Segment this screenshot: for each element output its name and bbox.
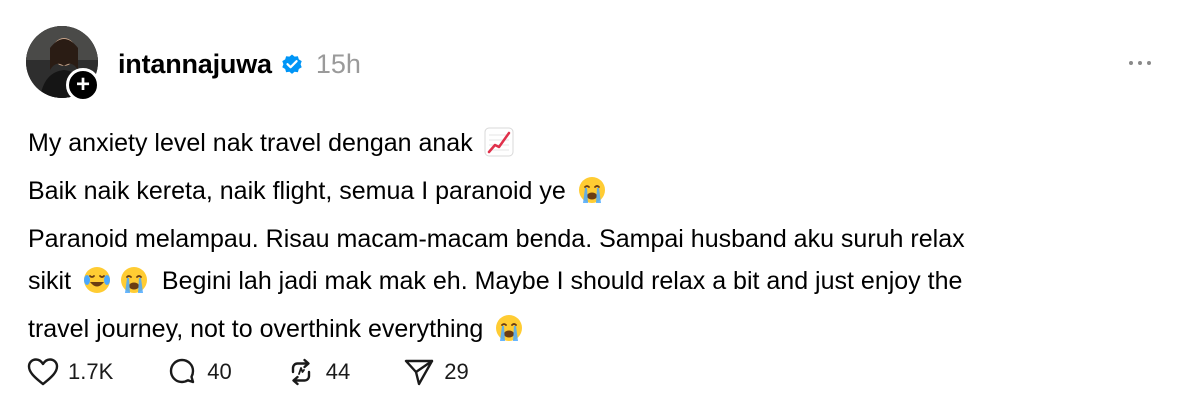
share-button[interactable]: 29 <box>402 356 469 388</box>
plus-icon: + <box>75 71 90 98</box>
like-button[interactable]: 1.7K <box>26 356 113 388</box>
comment-icon <box>165 356 199 388</box>
post-header: intannajuwa 15h <box>118 46 361 82</box>
repost-count: 44 <box>325 359 351 384</box>
chart-increasing-icon <box>484 127 514 170</box>
face-with-tears-of-joy-icon <box>82 265 112 308</box>
loudly-crying-face-icon <box>577 175 607 218</box>
username[interactable]: intannajuwa <box>118 49 272 80</box>
reply-count: 40 <box>207 359 232 384</box>
loudly-crying-face-icon <box>119 265 149 308</box>
post-line: My anxiety level nak travel dengan anak <box>28 122 1168 170</box>
post-line: travel journey, not to overthink everyth… <box>28 308 1168 356</box>
share-count: 29 <box>444 359 469 384</box>
send-icon <box>402 356 436 388</box>
verified-badge-icon <box>280 52 304 76</box>
repost-button[interactable]: 44 <box>284 356 350 388</box>
like-count: 1.7K <box>68 359 114 384</box>
reply-button[interactable]: 40 <box>165 356 232 388</box>
avatar-container: + <box>26 26 100 102</box>
heart-icon <box>26 356 60 388</box>
more-options-button[interactable] <box>1120 48 1160 78</box>
post-line: Baik naik kereta, naik flight, semua I p… <box>28 170 1168 218</box>
post-body: My anxiety level nak travel dengan anak … <box>28 122 1168 356</box>
post-actions: 1.7K 40 44 29 <box>26 350 521 394</box>
post-line: sikit Begini lah jadi mak mak eh. Maybe … <box>28 260 1168 308</box>
post-line: Paranoid melampau. Risau macam-macam ben… <box>28 225 965 253</box>
post-timestamp[interactable]: 15h <box>316 49 361 80</box>
thread-post: + intannajuwa 15h My anxiety level nak t… <box>0 0 1200 409</box>
follow-button[interactable]: + <box>66 68 100 102</box>
more-options-icon <box>1129 61 1133 65</box>
repost-icon <box>284 356 318 388</box>
